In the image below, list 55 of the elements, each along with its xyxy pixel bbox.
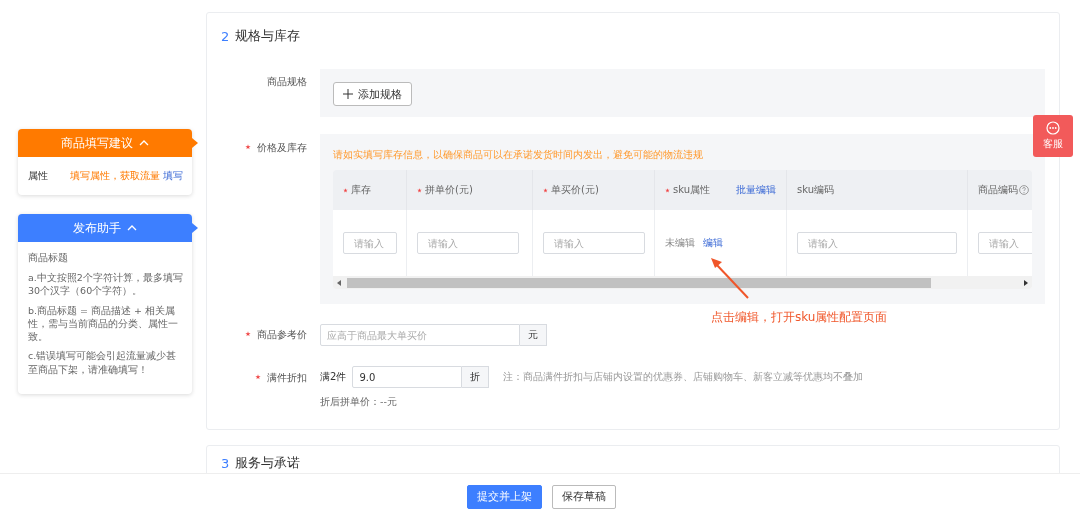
chevron-up-icon: [127, 225, 137, 231]
column-header: sku编码: [797, 183, 835, 197]
column-header: 库存: [351, 183, 371, 197]
pointer-icon: [192, 138, 198, 148]
add-spec-button[interactable]: 添加规格: [333, 82, 412, 106]
section-title: 服务与承诺: [235, 454, 301, 472]
pointer-icon: [192, 223, 198, 233]
column-header: 拼单价(元): [425, 183, 473, 197]
status-text: 未编辑: [665, 236, 695, 250]
input-field[interactable]: 请输入: [797, 232, 957, 254]
tip-heading: 商品标题: [28, 252, 69, 265]
field-label: 满件折扣: [267, 372, 307, 383]
plus-icon: [343, 89, 353, 99]
chevron-up-icon: [139, 140, 149, 146]
customer-service-button[interactable]: 客服: [1033, 115, 1073, 157]
tip-text: a.中文按照2个字符计算，最多填写30个汉字（60个字符）。: [28, 271, 184, 298]
hint-text: 填写属性，获取流量: [70, 169, 160, 183]
field-label: 商品规格: [267, 76, 307, 87]
arrow-icon: [711, 258, 751, 300]
notice-text: 请如实填写库存信息，以确保商品可以在承诺发货时间内发出，避免可能的物流违规: [333, 148, 704, 162]
field-label: 商品参考价: [257, 329, 307, 340]
section-number: 3: [221, 455, 230, 471]
input-field[interactable]: 请输入: [343, 232, 397, 254]
fill-link[interactable]: 填写: [163, 169, 183, 183]
discount-field[interactable]: 9.0: [352, 366, 463, 388]
column-header: 单买价(元): [551, 183, 599, 197]
section-title: 规格与库存: [235, 27, 301, 45]
submit-button[interactable]: 提交并上架: [466, 484, 542, 509]
note-text: 注：商品满件折扣与店铺内设置的优惠券、店铺购物车、新客立减等优惠均不叠加: [503, 370, 864, 384]
scroll-left-icon[interactable]: [337, 279, 341, 286]
attribute-label: 属性: [28, 169, 49, 183]
batch-edit-link[interactable]: 批量编辑: [736, 183, 776, 197]
input-field[interactable]: 请输入: [417, 232, 519, 254]
scroll-thumb[interactable]: [347, 277, 931, 288]
column-header: sku属性: [673, 183, 711, 197]
save-draft-button[interactable]: 保存草稿: [551, 484, 616, 509]
quantity-label: 满2件: [320, 370, 347, 384]
chat-icon: [1046, 121, 1060, 135]
input-field[interactable]: 请输入: [978, 232, 1032, 254]
annotation-text: 点击编辑，打开sku属性配置页面: [711, 309, 888, 326]
unit-label: 折: [462, 366, 490, 388]
unit-label: 元: [520, 324, 547, 346]
reference-price-field[interactable]: 应高于商品最大单买价: [320, 324, 520, 346]
tip-text: b.商品标题 = 商品描述 + 相关属性，需与当前商品的分类、属性一致。: [28, 303, 179, 344]
scrollbar[interactable]: [333, 276, 1032, 289]
card-title: 商品填写建议: [61, 134, 133, 152]
column-header: 商品编码: [978, 183, 1018, 197]
field-label: 价格及库存: [257, 142, 307, 153]
result-text: 折后拼单价：--元: [320, 396, 398, 409]
card-title: 发布助手: [73, 219, 121, 237]
tip-text: c.错误填写可能会引起流量减少甚至商品下架，请准确填写！: [28, 349, 178, 377]
input-field[interactable]: 请输入: [543, 232, 645, 254]
scroll-right-icon[interactable]: [1024, 279, 1028, 286]
edit-link[interactable]: 编辑: [703, 236, 723, 250]
section-number: 2: [221, 28, 230, 44]
